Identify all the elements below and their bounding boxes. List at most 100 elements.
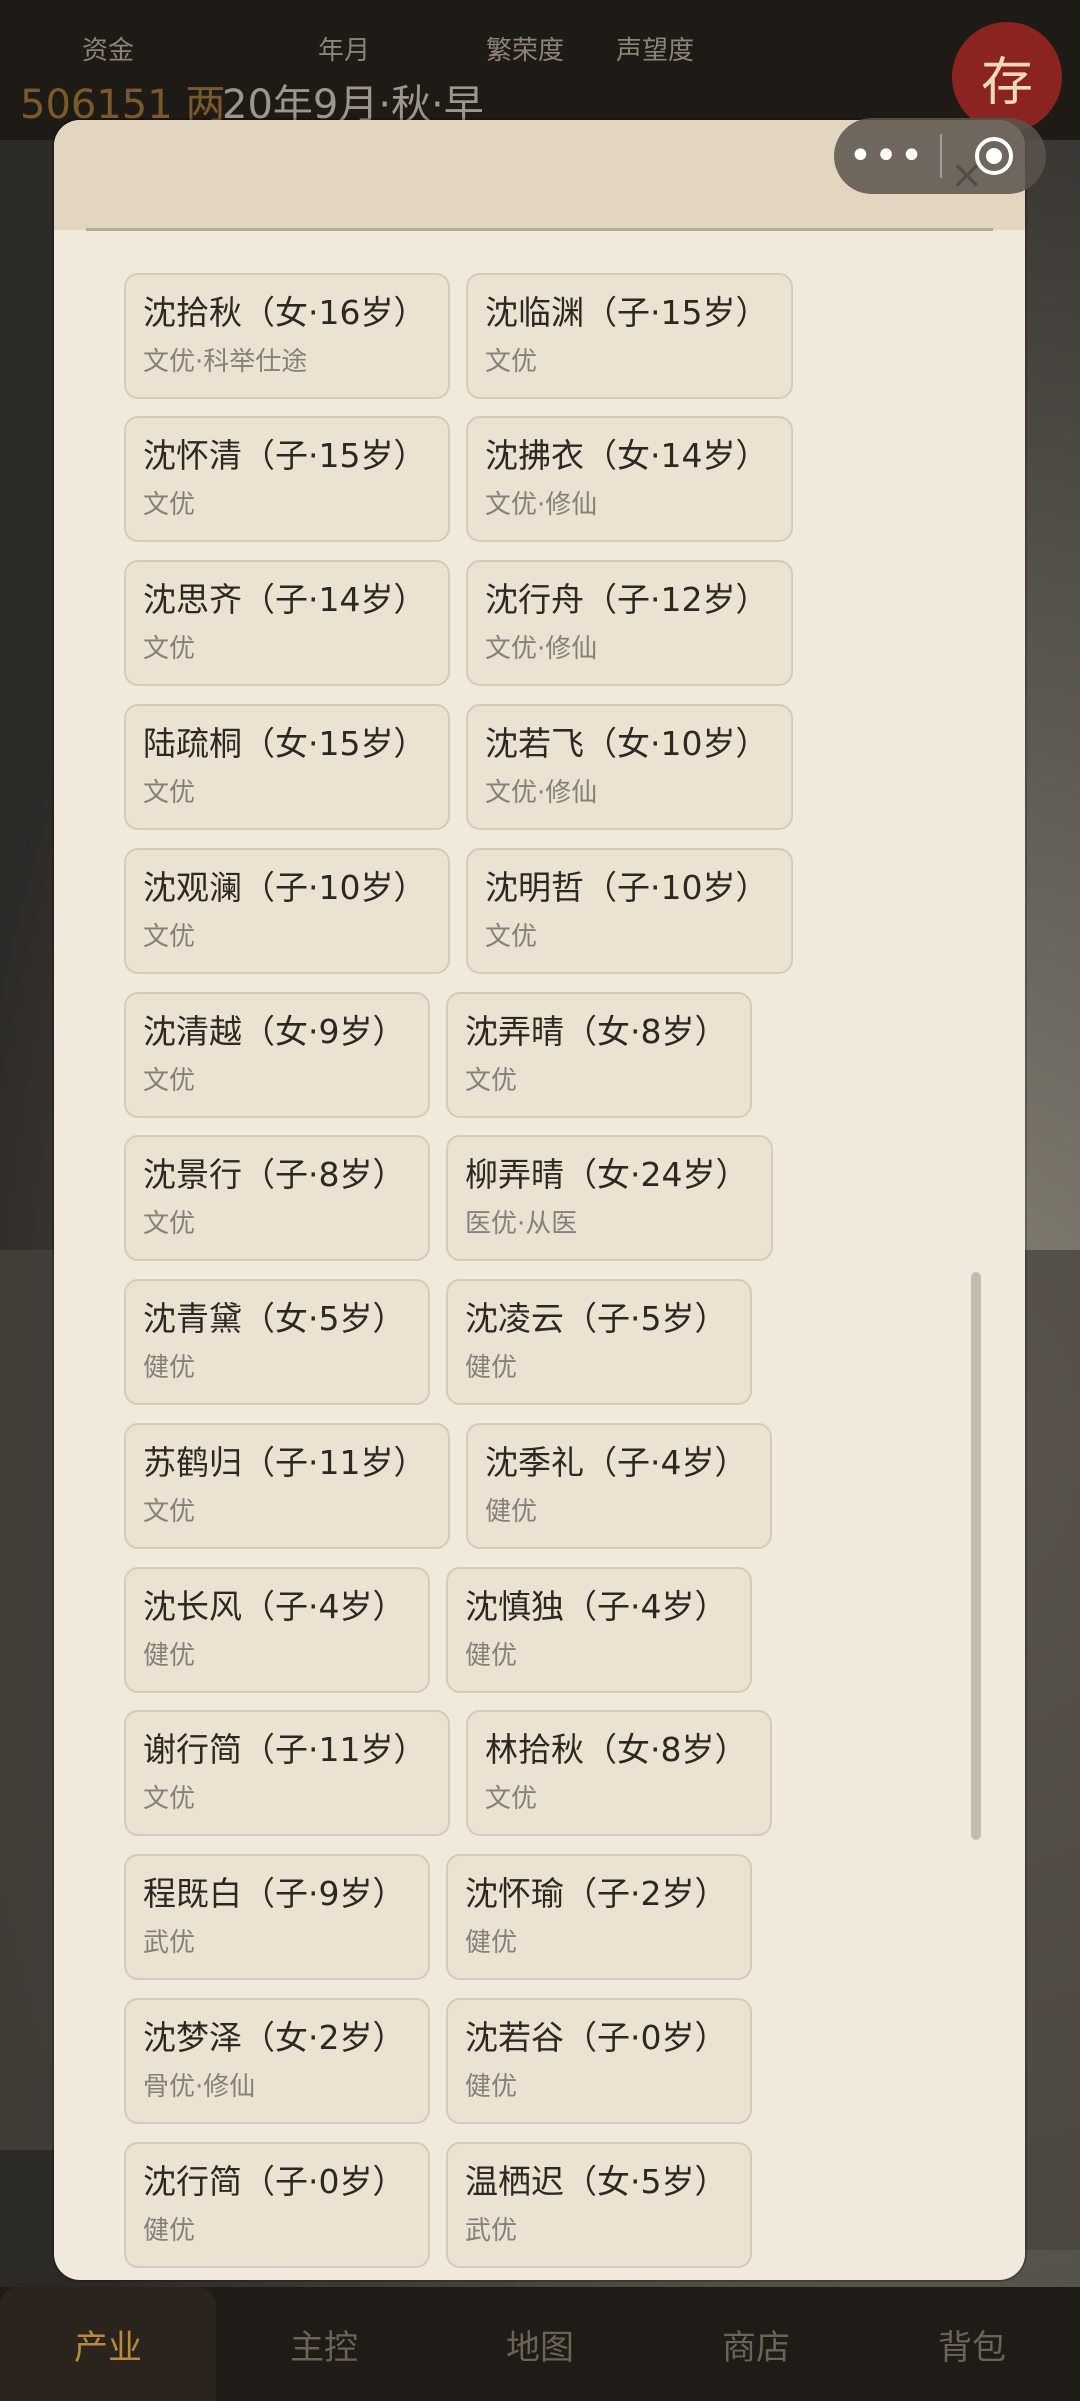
child-card-title: 沈明哲（子·10岁） (485, 868, 769, 907)
child-card-title: 沈慎独（子·4岁） (465, 1587, 728, 1626)
save-button[interactable]: 存 (952, 22, 1062, 132)
child-card-traits: 文优·修仙 (485, 634, 598, 664)
child-card-traits: 文优 (143, 634, 196, 664)
child-card-title: 沈观澜（子·10岁） (143, 868, 427, 907)
child-card-title: 苏鹤归（子·11岁） (143, 1443, 427, 1482)
child-card[interactable]: 柳弄晴（女·24岁） 医优·从医 (446, 1135, 773, 1261)
more-dots-icon[interactable]: ••• (834, 118, 940, 194)
child-card-title: 沈拾秋（女·16岁） (143, 293, 427, 332)
nav-tab-main[interactable]: 主控 (216, 2287, 432, 2401)
target-circle-icon[interactable] (942, 118, 1046, 194)
child-card-title: 沈景行（子·8岁） (143, 1155, 406, 1194)
child-card-traits: 健优 (465, 2072, 518, 2102)
child-card[interactable]: 谢行简（子·11岁） 文优 (124, 1710, 450, 1836)
child-card[interactable]: 林拾秋（女·8岁） 文优 (466, 1710, 772, 1836)
child-card-traits: 文优·科举仕途 (143, 347, 308, 377)
child-card-traits: 武优 (465, 2216, 518, 2246)
child-card[interactable]: 沈观澜（子·10岁） 文优 (124, 848, 450, 974)
child-card[interactable]: 沈季礼（子·4岁） 健优 (466, 1423, 772, 1549)
child-card-title: 温栖迟（女·5岁） (465, 2162, 728, 2201)
child-card-title: 沈清越（女·9岁） (143, 1012, 406, 1051)
child-card-title: 沈凌云（子·5岁） (465, 1299, 728, 1338)
card-row: 沈青黛（女·5岁） 健优 沈凌云（子·5岁） 健优 (124, 1279, 768, 1405)
child-card[interactable]: 沈行简（子·0岁） 健优 (124, 2142, 430, 2268)
child-card-traits: 文优 (143, 490, 196, 520)
child-card[interactable]: 沈若谷（子·0岁） 健优 (446, 1998, 752, 2124)
child-card-traits: 健优 (485, 1497, 538, 1527)
child-card-title: 沈思齐（子·14岁） (143, 580, 427, 619)
child-card[interactable]: 沈青黛（女·5岁） 健优 (124, 1279, 430, 1405)
child-card[interactable]: 程既白（子·9岁） 武优 (124, 1854, 430, 1980)
child-card-traits: 健优 (143, 1353, 196, 1383)
nav-tab-map[interactable]: 地图 (432, 2287, 648, 2401)
child-card[interactable]: 苏鹤归（子·11岁） 文优 (124, 1423, 450, 1549)
child-card[interactable]: 沈若飞（女·10岁） 文优·修仙 (466, 704, 793, 830)
child-card-title: 沈行舟（子·12岁） (485, 580, 769, 619)
child-card[interactable]: 沈临渊（子·15岁） 文优 (466, 273, 793, 399)
child-card[interactable]: 沈景行（子·8岁） 文优 (124, 1135, 430, 1261)
child-card-traits: 健优 (143, 2216, 196, 2246)
child-card-traits: 医优·从医 (465, 1209, 578, 1239)
card-row: 沈行简（子·0岁） 健优 温栖迟（女·5岁） 武优 (124, 2142, 768, 2268)
nav-tab-shop[interactable]: 商店 (648, 2287, 864, 2401)
child-card[interactable]: 沈怀清（子·15岁） 文优 (124, 416, 450, 542)
stat-label-funds: 资金 (82, 36, 135, 66)
child-card-traits: 文优 (465, 1066, 518, 1096)
scrollbar[interactable] (971, 1272, 981, 1840)
nav-tab-industry[interactable]: 产业 (0, 2287, 216, 2401)
child-card[interactable]: 沈怀瑜（子·2岁） 健优 (446, 1854, 752, 1980)
child-card-title: 沈长风（子·4岁） (143, 1587, 406, 1626)
stat-label-prosperity: 繁荣度 (486, 36, 565, 66)
child-card-traits: 文优 (143, 922, 196, 952)
child-card[interactable]: 沈慎独（子·4岁） 健优 (446, 1567, 752, 1693)
child-card[interactable]: 沈拂衣（女·14岁） 文优·修仙 (466, 416, 793, 542)
child-card-title: 沈若飞（女·10岁） (485, 724, 769, 763)
card-row: 沈梦泽（女·2岁） 骨优·修仙 沈若谷（子·0岁） 健优 (124, 1998, 768, 2124)
card-row: 沈景行（子·8岁） 文优 柳弄晴（女·24岁） 医优·从医 (124, 1135, 789, 1261)
bottom-nav: 产业 主控 地图 商店 背包 (0, 2287, 1080, 2401)
child-card-traits: 文优 (485, 1784, 538, 1814)
child-card-traits: 文优 (143, 1066, 196, 1096)
child-card-title: 沈梦泽（女·2岁） (143, 2018, 406, 2057)
child-card-traits: 文优·修仙 (485, 778, 598, 808)
child-card-title: 谢行简（子·11岁） (143, 1730, 427, 1769)
child-card[interactable]: 沈凌云（子·5岁） 健优 (446, 1279, 752, 1405)
child-card-title: 沈季礼（子·4岁） (485, 1443, 748, 1482)
target-circle-svg (975, 137, 1013, 175)
child-card-traits: 文优 (485, 922, 538, 952)
card-row: 程既白（子·9岁） 武优 沈怀瑜（子·2岁） 健优 (124, 1854, 768, 1980)
child-card[interactable]: 沈弄晴（女·8岁） 文优 (446, 992, 752, 1118)
child-card[interactable]: 沈梦泽（女·2岁） 骨优·修仙 (124, 1998, 430, 2124)
miniprogram-capsule: ••• (834, 118, 1046, 194)
child-card-traits: 健优 (143, 1641, 196, 1671)
child-card[interactable]: 沈长风（子·4岁） 健优 (124, 1567, 430, 1693)
card-row: 沈思齐（子·14岁） 文优 沈行舟（子·12岁） 文优·修仙 (124, 560, 809, 686)
child-card-traits: 文优 (143, 1784, 196, 1814)
child-card-title: 陆疏桐（女·15岁） (143, 724, 427, 763)
stat-label-date: 年月 (318, 36, 371, 66)
child-card-title: 柳弄晴（女·24岁） (465, 1155, 749, 1194)
child-card[interactable]: 沈清越（女·9岁） 文优 (124, 992, 430, 1118)
child-card-title: 沈若谷（子·0岁） (465, 2018, 728, 2057)
child-card-traits: 骨优·修仙 (143, 2072, 256, 2102)
card-row: 苏鹤归（子·11岁） 文优 沈季礼（子·4岁） 健优 (124, 1423, 788, 1549)
child-card[interactable]: 沈行舟（子·12岁） 文优·修仙 (466, 560, 793, 686)
child-card[interactable]: 陆疏桐（女·15岁） 文优 (124, 704, 450, 830)
child-card[interactable]: 沈明哲（子·10岁） 文优 (466, 848, 793, 974)
child-card-traits: 健优 (465, 1641, 518, 1671)
child-card-title: 沈怀清（子·15岁） (143, 436, 427, 475)
child-card-traits: 文优 (485, 347, 538, 377)
child-card-title: 沈行简（子·0岁） (143, 2162, 406, 2201)
child-card-title: 沈怀瑜（子·2岁） (465, 1874, 728, 1913)
card-row: 谢行简（子·11岁） 文优 林拾秋（女·8岁） 文优 (124, 1710, 788, 1836)
card-row: 沈观澜（子·10岁） 文优 沈明哲（子·10岁） 文优 (124, 848, 809, 974)
child-card-traits: 文优 (143, 1209, 196, 1239)
child-card-traits: 文优 (143, 778, 196, 808)
child-card-title: 沈拂衣（女·14岁） (485, 436, 769, 475)
child-card-title: 程既白（子·9岁） (143, 1874, 406, 1913)
child-card[interactable]: 沈拾秋（女·16岁） 文优·科举仕途 (124, 273, 450, 399)
modal-header-divider (86, 228, 993, 231)
child-card[interactable]: 温栖迟（女·5岁） 武优 (446, 2142, 752, 2268)
nav-tab-bag[interactable]: 背包 (864, 2287, 1080, 2401)
child-card[interactable]: 沈思齐（子·14岁） 文优 (124, 560, 450, 686)
